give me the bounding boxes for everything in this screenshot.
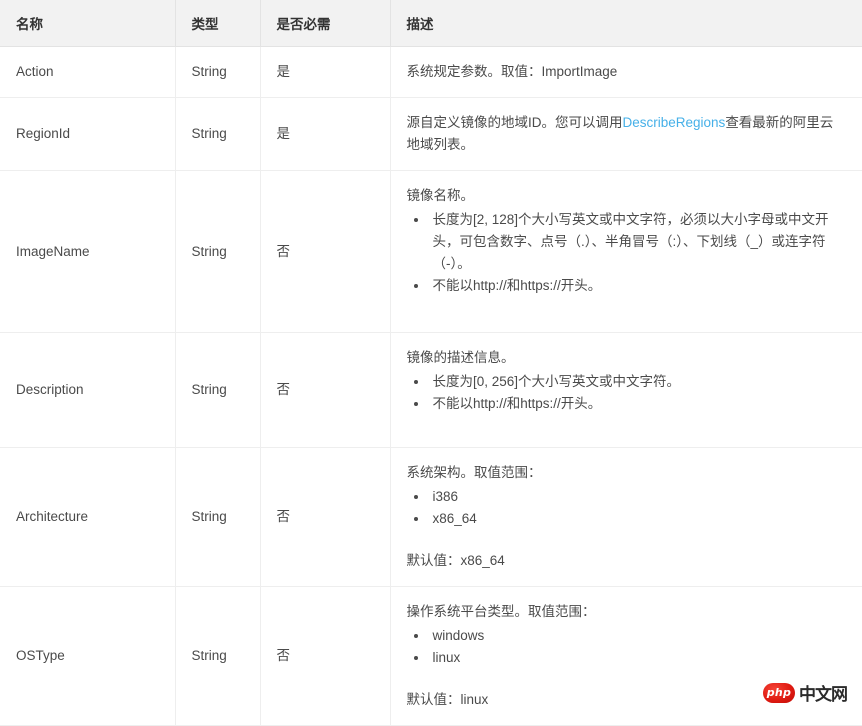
column-header-description: 描述	[390, 0, 862, 47]
description-intro: 系统规定参数。取值：ImportImage	[406, 64, 618, 79]
list-item: 长度为[2, 128]个大小写英文或中文字符，必须以大小字母或中文开头，可包含数…	[429, 209, 847, 275]
list-item: i386	[429, 486, 847, 508]
api-parameters-table: 名称 类型 是否必需 描述 Action String 是 系统规定参数。取值：…	[0, 0, 862, 726]
cell-param-type: String	[175, 332, 261, 448]
cell-param-name: Description	[0, 332, 176, 448]
cell-param-name: Action	[0, 46, 176, 98]
table-header-row: 名称 类型 是否必需 描述	[0, 0, 862, 47]
table-header: 名称 类型 是否必需 描述	[0, 0, 862, 47]
table-row: OSType String 否 操作系统平台类型。取值范围： windows l…	[0, 586, 862, 726]
cell-param-required: 是	[260, 97, 391, 171]
column-header-required: 是否必需	[260, 0, 391, 47]
table-row: RegionId String 是 源自定义镜像的地域ID。您可以调用Descr…	[0, 97, 862, 171]
cell-param-type: String	[175, 46, 261, 98]
description-intro: 镜像的描述信息。	[406, 350, 515, 365]
watermark-label: 中文网	[799, 685, 848, 705]
cell-param-required: 否	[260, 170, 391, 333]
describe-regions-link[interactable]: DescribeRegions	[623, 115, 726, 130]
list-item: 长度为[0, 256]个大小写英文或中文字符。	[429, 371, 847, 393]
list-item: x86_64	[429, 508, 847, 530]
cell-param-description: 源自定义镜像的地域ID。您可以调用DescribeRegions查看最新的阿里云…	[390, 97, 862, 171]
cell-param-type: String	[175, 170, 261, 333]
table-row: Description String 否 镜像的描述信息。 长度为[0, 256…	[0, 332, 862, 448]
cell-param-type: String	[175, 447, 261, 587]
php-logo-icon: php	[763, 682, 795, 703]
description-bullet-list: i386 x86_64	[407, 486, 847, 530]
php-chinese-watermark: php 中文网	[763, 680, 848, 705]
cell-param-type: String	[175, 586, 261, 726]
description-intro: 操作系统平台类型。取值范围：	[406, 604, 596, 619]
table-row: ImageName String 否 镜像名称。 长度为[2, 128]个大小写…	[0, 170, 862, 333]
list-item: 不能以http://和https://开头。	[429, 393, 847, 415]
list-item: 不能以http://和https://开头。	[429, 275, 847, 297]
description-bullet-list: windows linux	[407, 625, 847, 669]
cell-param-name: OSType	[0, 586, 176, 726]
description-bullet-list: 长度为[0, 256]个大小写英文或中文字符。 不能以http://和https…	[407, 371, 847, 415]
description-default-value: 默认值：x86_64	[406, 553, 505, 568]
cell-param-name: RegionId	[0, 97, 176, 171]
table-row: Action String 是 系统规定参数。取值：ImportImage	[0, 46, 862, 98]
cell-param-type: String	[175, 97, 261, 171]
cell-param-description: 镜像名称。 长度为[2, 128]个大小写英文或中文字符，必须以大小字母或中文开…	[390, 170, 862, 333]
description-intro: 源自定义镜像的地域ID。您可以调用DescribeRegions查看最新的阿里云…	[407, 112, 847, 156]
description-bullet-list: 长度为[2, 128]个大小写英文或中文字符，必须以大小字母或中文开头，可包含数…	[407, 209, 847, 297]
cell-param-required: 是	[260, 46, 391, 98]
description-intro: 镜像名称。	[406, 188, 475, 203]
list-item: linux	[429, 647, 847, 669]
cell-param-name: ImageName	[0, 170, 176, 333]
cell-param-name: Architecture	[0, 447, 176, 587]
description-intro: 系统架构。取值范围：	[406, 465, 542, 480]
column-header-type: 类型	[175, 0, 261, 47]
cell-param-required: 否	[260, 586, 391, 726]
cell-param-description: 系统规定参数。取值：ImportImage	[390, 46, 862, 98]
cell-param-required: 否	[260, 332, 391, 448]
cell-param-description: 系统架构。取值范围： i386 x86_64 默认值：x86_64	[390, 447, 862, 587]
list-item: windows	[429, 625, 847, 647]
cell-param-description: 镜像的描述信息。 长度为[0, 256]个大小写英文或中文字符。 不能以http…	[390, 332, 862, 448]
column-header-name: 名称	[0, 0, 176, 47]
table-body: Action String 是 系统规定参数。取值：ImportImage Re…	[0, 46, 862, 726]
description-text-before-link: 源自定义镜像的地域ID。您可以调用	[406, 115, 623, 130]
table-row: Architecture String 否 系统架构。取值范围： i386 x8…	[0, 447, 862, 587]
cell-param-required: 否	[260, 447, 391, 587]
